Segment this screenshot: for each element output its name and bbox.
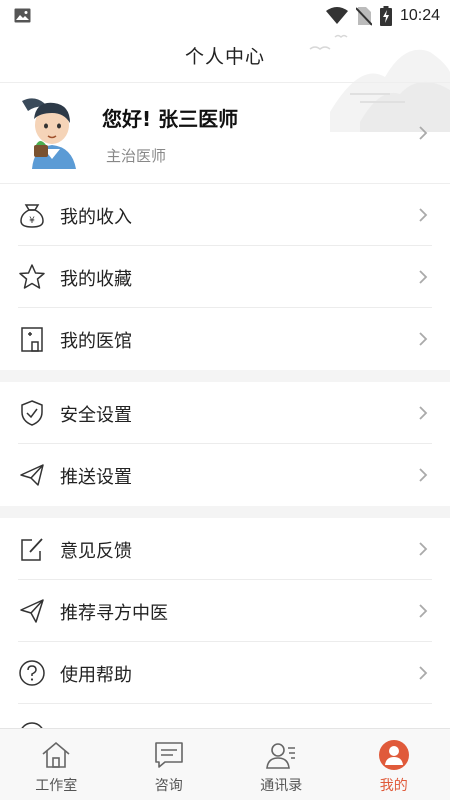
group-gap bbox=[0, 370, 450, 382]
profile-greeting: 您好! 张三医师 bbox=[102, 107, 239, 131]
money-bag-icon: ¥ bbox=[20, 204, 44, 228]
contacts-icon bbox=[266, 743, 296, 769]
menu-item-security[interactable]: 安全设置 bbox=[0, 382, 450, 444]
chevron-right-icon bbox=[419, 604, 428, 618]
menu-item-push[interactable]: 推送设置 bbox=[0, 444, 450, 506]
menu-item-recommend[interactable]: 推荐寻方中医 bbox=[0, 580, 450, 642]
user-icon bbox=[378, 740, 409, 770]
chevron-right-icon bbox=[419, 332, 428, 346]
doctor-avatar bbox=[22, 98, 76, 169]
chevron-right-icon bbox=[419, 270, 428, 284]
help-icon bbox=[19, 660, 45, 686]
menu-item-feedback[interactable]: 意见反馈 bbox=[0, 518, 450, 580]
menu-label: 意见反馈 bbox=[60, 541, 132, 562]
profile-role: 主治医师 bbox=[106, 147, 167, 165]
menu-label: 我的医馆 bbox=[60, 331, 132, 352]
tab-label: 我的 bbox=[379, 778, 408, 794]
group-gap bbox=[0, 506, 450, 518]
chevron-right-icon bbox=[419, 208, 428, 222]
page-title: 个人中心 bbox=[184, 46, 265, 68]
menu-label: 我的收藏 bbox=[60, 269, 132, 290]
bottom-tab-bar: 工作室 咨询 通讯录 我的 bbox=[0, 728, 450, 800]
menu-item-help[interactable]: 使用帮助 bbox=[0, 642, 450, 704]
tab-consult[interactable]: 咨询 bbox=[113, 729, 226, 800]
send-icon bbox=[20, 599, 44, 623]
tab-label: 通讯录 bbox=[260, 778, 303, 794]
paper-plane-icon bbox=[20, 464, 44, 486]
wifi-icon bbox=[325, 7, 348, 24]
chat-icon bbox=[154, 742, 183, 768]
no-sim-icon bbox=[355, 7, 372, 26]
menu-group-account: ¥ 我的收入 我的收藏 我的医馆 安全设置 推送设置 意见反馈 推荐寻方中医 使… bbox=[0, 183, 450, 766]
profile-card[interactable]: 您好! 张三医师 主治医师 bbox=[0, 83, 450, 183]
status-time: 10:24 bbox=[399, 7, 440, 24]
menu-label: 使用帮助 bbox=[60, 665, 132, 686]
menu-label: 安全设置 bbox=[60, 405, 132, 426]
battery-charging-icon bbox=[379, 6, 392, 26]
star-icon bbox=[19, 264, 45, 289]
menu-item-income[interactable]: ¥ 我的收入 bbox=[0, 184, 450, 246]
menu-label: 推送设置 bbox=[60, 467, 132, 488]
building-icon bbox=[21, 327, 43, 352]
tab-mine[interactable]: 我的 bbox=[338, 729, 450, 800]
chevron-right-icon bbox=[419, 126, 428, 140]
menu-item-favorites[interactable]: 我的收藏 bbox=[0, 246, 450, 308]
menu-label: 我的收入 bbox=[60, 207, 132, 228]
image-notification-icon bbox=[14, 8, 31, 23]
chevron-right-icon bbox=[419, 542, 428, 556]
tab-label: 工作室 bbox=[35, 778, 78, 794]
chevron-right-icon bbox=[419, 666, 428, 680]
chevron-right-icon bbox=[419, 406, 428, 420]
home-icon bbox=[42, 741, 70, 768]
edit-icon bbox=[21, 538, 43, 561]
status-bar: 10:24 bbox=[0, 0, 450, 32]
tab-contacts[interactable]: 通讯录 bbox=[225, 729, 338, 800]
tab-label: 咨询 bbox=[154, 778, 183, 794]
tab-studio[interactable]: 工作室 bbox=[0, 729, 113, 800]
menu-label: 推荐寻方中医 bbox=[60, 603, 168, 624]
chevron-right-icon bbox=[419, 468, 428, 482]
shield-icon bbox=[21, 400, 43, 426]
menu-item-clinic[interactable]: 我的医馆 bbox=[0, 308, 450, 370]
svg-text:¥: ¥ bbox=[29, 216, 35, 226]
